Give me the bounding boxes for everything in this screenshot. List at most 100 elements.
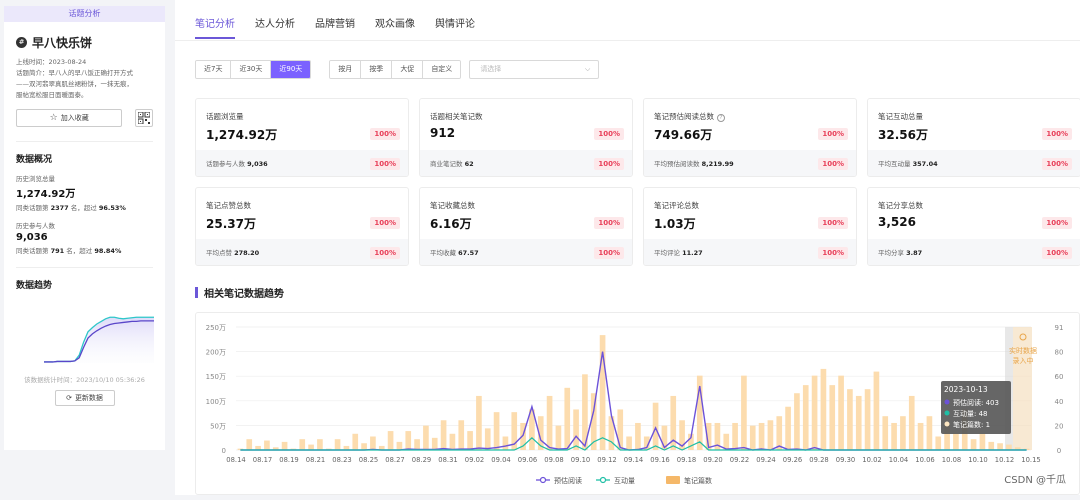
metric-card: 话题相关笔记数 912 100% 商业笔记数 62 100% [419,98,633,177]
tooltip-date: 2023-10-13 [944,385,988,394]
y2-tick-label: 40 [1055,398,1064,406]
tooltip-row: 互动量: 48 [953,409,988,418]
add-favorite-button[interactable]: ☆ 加入收藏 [16,109,123,127]
topic-intro-line-2: ——双河翡翠真肌丝裙粉饼，一抹无痕， [16,80,133,88]
metric-value: 3,526 [878,215,916,229]
update-data-button[interactable]: ⟳ 更新数据 [54,390,115,406]
metric-percent-badge: 100% [1042,217,1072,229]
legend-marker [539,476,547,484]
metric-title: 笔记分享总数 [878,201,923,210]
notes-bar [917,422,924,450]
metric-title: 话题浏览量 [206,112,244,121]
topic-intro-line-1: 话题简介：早八人的早八饭正确打开方式 [16,69,133,77]
x-tick-label: 09.30 [836,456,855,464]
notes-bar [767,420,774,450]
notes-bar [467,431,473,450]
tab-sentiment[interactable]: 舆情评论 [435,15,475,39]
period-month[interactable]: 按月 [330,61,362,78]
filter-bar: 近7天 近30天 近90天 按月 按季 大促 自定义 请选择 ⌵ [195,60,600,79]
period-quarter[interactable]: 按季 [361,61,393,78]
notes-bar [794,393,800,450]
tab-brand[interactable]: 品牌营销 [315,15,355,39]
notes-bar [502,436,509,450]
legend-bar [666,476,680,484]
hist-participants-label: 历史参与人数 [16,222,55,230]
x-tick-label: 08.31 [438,456,457,464]
period-selector: 按月 按季 大促 自定义 [329,60,462,79]
rank-mid: 名，超过 [70,204,97,212]
metric-title: 笔记收藏总数 [430,201,475,210]
x-tick-label: 09.20 [703,456,722,464]
hist-views-value: 1,274.92万 [16,189,76,200]
rank-prefix: 同类话题第 [16,247,49,255]
notes-bar [908,395,915,450]
notes-bar [546,395,553,450]
notes-bar [431,437,438,450]
notes-bar [1006,444,1012,450]
period-custom[interactable]: 自定义 [423,61,461,78]
notes-bar [997,443,1003,450]
x-tick-label: 09.04 [491,456,510,464]
range-selector: 近7天 近30天 近90天 [195,60,312,79]
metric-card: 笔记评论总数 1.03万 100% 平均评论 11.27 100% [643,187,857,266]
metric-title: 话题相关笔记数 [430,112,483,121]
tab-notes[interactable]: 笔记分析 [195,15,235,39]
notes-bar [873,371,880,450]
metric-sub-percent-badge: 100% [818,158,848,170]
y-tick-label: 150万 [206,373,226,381]
tab-audience[interactable]: 观众画像 [375,15,415,39]
metric-card: 笔记互动总量 32.56万 100% 平均互动量 357.04 100% [867,98,1080,177]
metric-percent-badge: 100% [594,128,624,140]
x-tick-label: 10.04 [889,456,908,464]
notes-bar [564,387,571,450]
topic-intro-line-3: 服帖宽松服日面暖面泰。 [16,91,88,99]
period-promo[interactable]: 大促 [392,61,424,78]
range-7d[interactable]: 近7天 [196,61,232,78]
notes-bar [449,433,456,450]
metric-value: 1,274.92万 [206,128,278,142]
update-data-label: 更新数据 [74,394,103,402]
x-tick-label: 09.22 [730,456,749,464]
metric-value: 749.66万 [654,128,713,142]
notes-bar [405,431,412,450]
notes-bar [414,439,420,450]
chevron-down-icon: ⌵ [585,65,591,73]
section-title: 相关笔记数据趋势 [195,285,284,300]
notes-bar [749,425,756,450]
metric-card: 笔记分享总数 3,526 100% 平均分享 3.87 100% [867,187,1080,266]
stat-time: 该数据统计时间：2023/10/10 05:36:26 [24,376,145,384]
notes-bar [847,389,853,450]
notes-bar [440,420,447,450]
notes-bar [926,416,933,450]
qr-code-button[interactable] [135,109,153,127]
y2-tick-label: 20 [1055,422,1064,430]
notes-bar [246,439,253,450]
filter-select[interactable]: 请选择 ⌵ [469,60,600,79]
y-tick-label: 200万 [206,349,226,357]
rank-mid: 名，超过 [66,247,93,255]
tab-creators[interactable]: 达人分析 [255,15,295,39]
topic-title: 早八快乐饼 [32,35,93,50]
x-tick-label: 09.28 [809,456,828,464]
tooltip-dot [944,399,950,405]
rank-percent: 96.53% [98,204,126,212]
realtime-note-1: 实时数据 [1009,346,1037,355]
notes-bar [308,444,314,450]
notes-bar [732,422,738,450]
y-tick-label: 250万 [206,324,226,332]
topic-meta: 上线时间：2023-08-24 话题简介：早八人的早八饭正确打开方式 ——双河翡… [4,57,165,101]
range-90d[interactable]: 近90天 [271,61,311,78]
notes-bar [317,439,323,450]
range-30d[interactable]: 近30天 [231,61,272,78]
trend-chart-container: 0 50万 100万 150万 200万 250万 0 20 40 60 80 91 08.14 08.1… [195,312,1080,495]
info-icon[interactable]: ? [717,114,725,122]
metric-percent-badge: 100% [1042,128,1072,140]
legend-label: 笔记篇数 [684,476,712,485]
x-tick-label: 09.10 [571,456,590,464]
legend-label: 互动量 [614,476,635,485]
csdn-watermark: CSDN @千瓜 [1004,475,1066,486]
x-tick-label: 08.19 [279,456,298,464]
x-tick-label: 09.12 [597,456,616,464]
notes-bar [396,441,403,450]
metric-sub: 平均评论 11.27 [654,249,703,257]
